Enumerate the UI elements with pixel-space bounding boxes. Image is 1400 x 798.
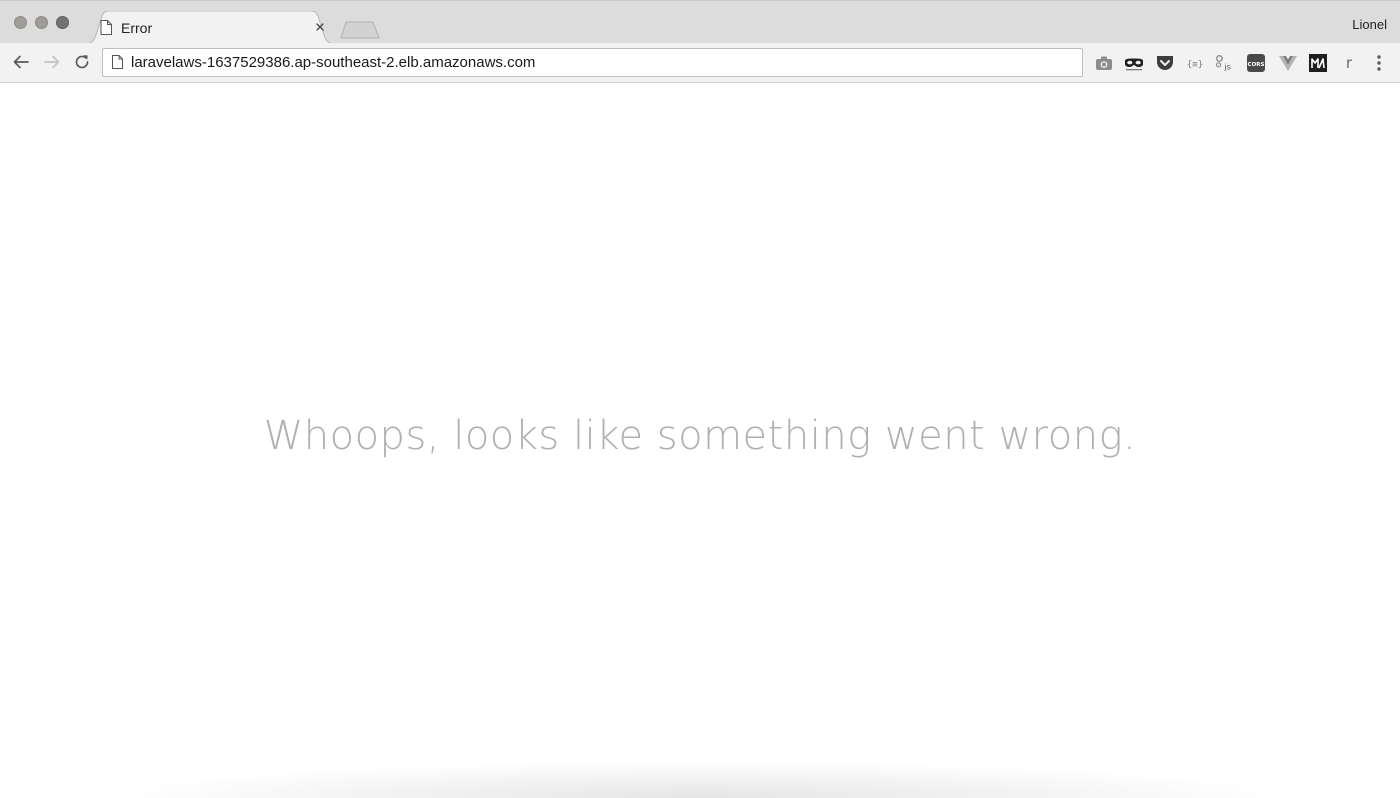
new-tab-button[interactable] xyxy=(340,21,380,39)
close-tab-icon[interactable] xyxy=(314,21,326,33)
toolbar: laravelaws-1637529386.ap-southeast-2.elb… xyxy=(0,43,1400,83)
forward-arrow-icon[interactable] xyxy=(42,52,62,72)
menu-icon[interactable] xyxy=(1369,53,1389,73)
tab-active[interactable]: Error xyxy=(84,11,336,44)
pocket-icon[interactable] xyxy=(1155,53,1175,73)
error-message: Whoops, looks like something went wrong. xyxy=(263,413,1137,459)
svg-text:js: js xyxy=(1223,61,1231,71)
mask-icon[interactable] xyxy=(1124,53,1144,73)
tab-title: Error xyxy=(121,20,153,36)
document-icon xyxy=(100,20,112,35)
window-zoom-button[interactable] xyxy=(56,16,69,29)
window-close-button[interactable] xyxy=(14,16,27,29)
window-minimize-button[interactable] xyxy=(35,16,48,29)
javascript-icon[interactable]: js xyxy=(1214,53,1234,73)
url-text: laravelaws-1637529386.ap-southeast-2.elb… xyxy=(131,54,536,71)
markdown-icon[interactable] xyxy=(1308,53,1328,73)
page-content: Whoops, looks like something went wrong. xyxy=(0,83,1400,798)
address-bar[interactable]: laravelaws-1637529386.ap-southeast-2.elb… xyxy=(102,48,1083,77)
camera-icon[interactable] xyxy=(1094,53,1114,73)
svg-text:{≡}: {≡} xyxy=(1187,60,1203,70)
back-arrow-icon[interactable] xyxy=(11,52,31,72)
browser-window: Error Lionel laravelaws-1637529386.ap-so… xyxy=(0,0,1400,798)
vue-devtools-icon[interactable] xyxy=(1278,53,1298,73)
cors-icon[interactable]: CORS xyxy=(1246,53,1266,73)
bottom-shadow xyxy=(120,762,1280,798)
profile-name[interactable]: Lionel xyxy=(1352,17,1387,32)
svg-text:r: r xyxy=(1346,54,1353,72)
r-icon[interactable]: r xyxy=(1339,53,1359,73)
svg-text:CORS: CORS xyxy=(1248,62,1265,68)
reload-icon[interactable] xyxy=(72,52,92,72)
page-info-icon[interactable] xyxy=(112,55,123,69)
tab-strip: Error Lionel xyxy=(0,0,1400,44)
json-formatter-icon[interactable]: {≡} xyxy=(1185,53,1205,73)
